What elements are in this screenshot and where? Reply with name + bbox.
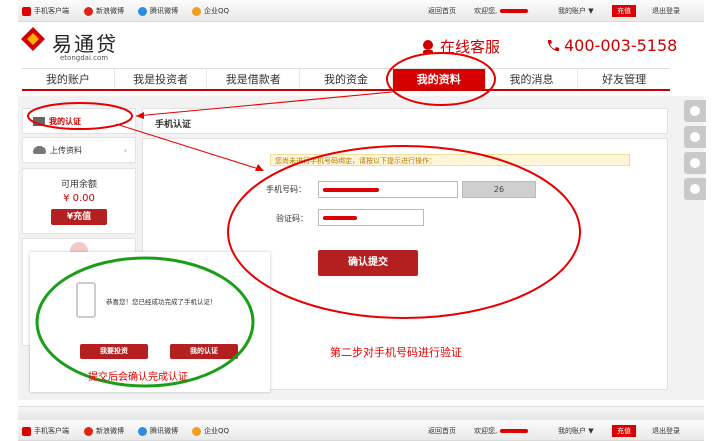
bottom-weibo-icon <box>84 426 93 436</box>
bottom-qq-link[interactable]: 企业QQ <box>192 426 229 436</box>
annotation-ellipse-cert <box>27 102 133 130</box>
annotation-ellipse-popup <box>35 256 255 388</box>
annotation-ellipse-form <box>227 145 581 319</box>
bottom-bar: 手机客户端 新浪微博 腾讯微博 企业QQ 返回首页 欢迎您, 我的账户 ▼ 充值… <box>18 420 704 441</box>
annotation-arrowhead-2 <box>255 164 264 171</box>
bottom-qq-icon <box>192 426 201 436</box>
bottom-username-redacted <box>500 429 529 433</box>
bottom-tencent-weibo-link[interactable]: 腾讯微博 <box>138 426 178 436</box>
bottom-phone-icon <box>22 426 31 436</box>
annotation-arrow-2 <box>115 123 263 171</box>
bottom-logout-link[interactable]: 退出登录 <box>652 426 680 436</box>
annotation-arrow-1 <box>135 91 393 117</box>
annotation-ellipse-profile-tab <box>386 52 496 106</box>
bottom-tencent-weibo-icon <box>138 426 147 436</box>
bottom-my-account-dropdown[interactable]: 我的账户 ▼ <box>558 426 594 436</box>
bottom-welcome-text: 欢迎您, <box>474 426 529 436</box>
bottom-strip <box>18 406 704 420</box>
annotation-step2-text: 第二步对手机号码进行验证 <box>330 346 462 359</box>
bottom-mobile-client-link[interactable]: 手机客户端 <box>22 426 69 436</box>
bottom-home-link[interactable]: 返回首页 <box>428 426 456 436</box>
bottom-recharge-button[interactable]: 充值 <box>612 425 636 437</box>
annotation-confirm-text: 提交后会确认完成认证 <box>88 372 188 383</box>
bottom-weibo-link[interactable]: 新浪微博 <box>84 426 124 436</box>
annotation-arrowhead-1 <box>136 112 144 119</box>
